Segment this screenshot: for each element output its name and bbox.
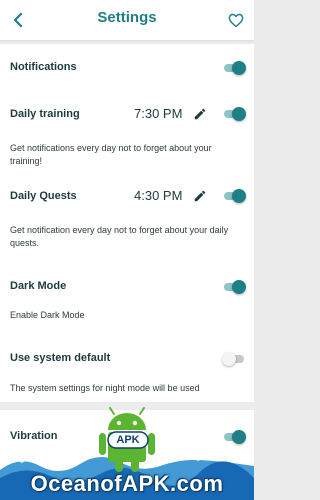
notifications-section: Notifications Daily training 7:30 PM Get… — [0, 44, 254, 294]
dark-mode-description: Enable Dark Mode — [10, 310, 85, 320]
heart-icon — [228, 13, 244, 27]
daily-training-label: Daily training — [10, 108, 80, 120]
watermark-badge-text: APK — [116, 434, 140, 446]
setting-daily-quests: Daily Quests 4:30 PM — [10, 186, 246, 206]
setting-use-system-default: Use system default — [10, 349, 246, 369]
edit-pencil-icon[interactable] — [193, 189, 207, 203]
page-title: Settings — [97, 9, 157, 26]
dark-mode-toggle[interactable] — [222, 280, 246, 294]
daily-quests-label: Daily Quests — [10, 190, 77, 202]
use-system-default-toggle[interactable] — [222, 352, 246, 366]
daily-quests-description: Get notification every day not to forget… — [10, 225, 229, 248]
use-system-default-description: The system settings for night mode will … — [10, 383, 200, 393]
use-system-default-label: Use system default — [10, 352, 111, 364]
appearance-section: Dark Mode Enable Dark Mode Use system de… — [0, 260, 254, 402]
watermark: APK OceanofAPK.com — [0, 400, 254, 500]
settings-screen: Settings Notifications Daily training 7:… — [0, 0, 254, 500]
daily-training-description: Get notifications every day not to forge… — [10, 143, 212, 166]
notifications-label: Notifications — [10, 61, 77, 73]
daily-training-toggle[interactable] — [222, 107, 246, 121]
favorite-button[interactable] — [226, 10, 246, 30]
dark-mode-label: Dark Mode — [10, 280, 67, 292]
watermark-text: OceanofAPK.com — [30, 471, 224, 496]
app-bar: Settings — [0, 0, 254, 40]
daily-training-time[interactable]: 7:30 PM — [134, 106, 182, 121]
notifications-toggle[interactable] — [222, 61, 246, 75]
daily-quests-toggle[interactable] — [222, 189, 246, 203]
daily-quests-time[interactable]: 4:30 PM — [134, 188, 182, 203]
setting-dark-mode: Dark Mode — [10, 277, 246, 297]
setting-daily-training: Daily training 7:30 PM — [10, 104, 246, 124]
setting-notifications: Notifications — [10, 58, 246, 78]
edit-pencil-icon[interactable] — [193, 107, 207, 121]
